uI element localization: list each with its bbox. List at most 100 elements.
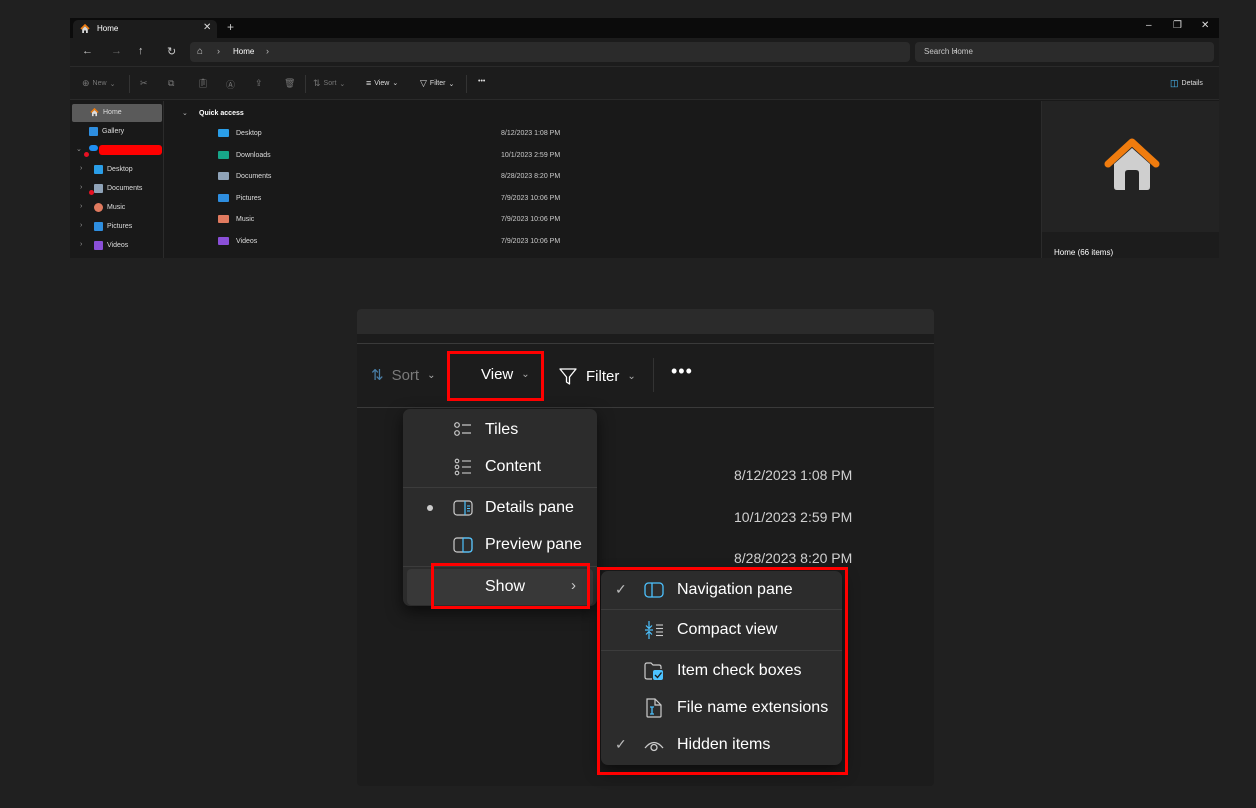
music-folder-icon (218, 215, 229, 224)
menu-separator (601, 650, 842, 651)
tiles-icon (454, 422, 471, 436)
view-button[interactable]: ≡ View ⌄ (366, 78, 398, 88)
rename-button[interactable]: Ⓐ (226, 78, 235, 91)
menu-item-preview-pane[interactable]: Preview pane (407, 527, 593, 563)
quick-access-header[interactable]: Quick access (199, 110, 244, 117)
refresh-button[interactable]: ↻ (167, 45, 176, 58)
nav-item-videos[interactable]: › Videos (70, 237, 164, 255)
copy-icon: ⧉ (168, 78, 175, 88)
minimize-button[interactable]: – (1146, 20, 1152, 31)
submenu-label: File name extensions (677, 699, 829, 716)
item-name: Documents (236, 173, 272, 181)
new-button[interactable]: ⊕ New ⌄ (82, 78, 115, 89)
filter-button[interactable]: ▽ Filter ⌄ (420, 78, 454, 89)
forward-button[interactable]: → (111, 45, 122, 57)
menu-label: Preview pane (485, 536, 582, 553)
submenu-item-file-name-extensions[interactable]: File name extensions (605, 690, 838, 726)
tab-bar: Home ✕ + – ❐ ✕ (70, 18, 1219, 38)
nav-item-onedrive[interactable]: ⌄ (70, 142, 164, 160)
breadcrumb-separator[interactable]: › (266, 46, 269, 56)
item-name: Downloads (236, 151, 271, 159)
chevron-down-icon: ⌄ (521, 369, 530, 380)
chevron-down-icon: ⌄ (448, 80, 455, 88)
address-bar[interactable] (357, 309, 934, 334)
search-input[interactable]: Search Home ⌕ (915, 42, 1214, 62)
menu-item-show[interactable]: Show › (407, 569, 593, 605)
nav-label: Music (107, 204, 126, 211)
paste-button[interactable]: 📋︎ (197, 78, 208, 89)
preview-pane-icon (453, 537, 473, 553)
chevron-down-icon: ⌄ (392, 80, 399, 87)
nav-item-music[interactable]: › Music (70, 199, 164, 217)
nav-item-desktop[interactable]: › Desktop (70, 161, 164, 179)
new-tab-button[interactable]: + (227, 20, 234, 34)
menu-item-tiles[interactable]: Tiles (407, 412, 593, 448)
chevron-down-icon: ⌄ (427, 369, 436, 381)
up-button[interactable]: ↑ (138, 45, 144, 57)
chevron-right-icon: › (80, 203, 83, 210)
pictures-icon (94, 222, 103, 231)
paste-icon: 📋︎ (197, 78, 209, 88)
share-icon: ⇪ (255, 78, 263, 88)
nav-item-gallery[interactable]: Gallery (70, 123, 164, 141)
more-options-button[interactable]: ••• (671, 361, 693, 382)
chevron-right-icon: › (80, 165, 83, 172)
menu-label: Show (485, 578, 526, 595)
sort-icon: ⇅ (313, 78, 321, 88)
quick-access-item[interactable]: Music 7/9/2023 10:06 PM (165, 210, 1040, 230)
cut-button[interactable]: ✂ (140, 78, 148, 89)
date-modified: 8/28/2023 8:20 PM (734, 550, 853, 566)
item-name: Desktop (236, 130, 262, 137)
sort-button[interactable]: ⇅ Sort ⌄ (313, 78, 345, 89)
tab-home[interactable]: Home ✕ (73, 20, 217, 38)
submenu-item-compact-view[interactable]: Compact view (605, 612, 838, 648)
sort-button[interactable]: ⇅ Sort ⌄ (371, 366, 436, 385)
nav-label: Gallery (102, 128, 125, 135)
breadcrumb-separator[interactable]: › (217, 46, 220, 56)
breadcrumb-home[interactable]: Home (233, 47, 254, 56)
nav-item-pictures[interactable]: › Pictures (70, 218, 164, 236)
delete-button[interactable]: 🗑︎ (284, 78, 295, 89)
chevron-right-icon: › (80, 222, 83, 229)
item-date-modified: 8/28/2023 8:20 PM (501, 173, 561, 181)
chevron-down-icon[interactable]: ⌄ (182, 109, 188, 117)
menu-item-details-pane[interactable]: Details pane (407, 490, 593, 526)
nav-item-home[interactable]: Home (72, 104, 162, 122)
maximize-button[interactable]: ❐ (1173, 20, 1182, 31)
quick-access-item[interactable]: Desktop 8/12/2023 1:08 PM (165, 124, 1040, 144)
menu-item-content[interactable]: Content (407, 449, 593, 485)
quick-access-item[interactable]: Downloads 10/1/2023 2:59 PM (165, 146, 1040, 166)
menu-label: Details pane (485, 499, 574, 516)
quick-access-item[interactable]: Videos 7/9/2023 10:06 PM (165, 232, 1040, 252)
nav-label: Pictures (107, 223, 133, 230)
navigation-pane-icon (644, 582, 664, 598)
share-button[interactable]: ⇪ (255, 78, 263, 89)
close-window-button[interactable]: ✕ (1201, 20, 1209, 31)
more-options-button[interactable]: ••• (478, 78, 485, 85)
filter-button[interactable]: Filter ⌄ (558, 366, 636, 386)
content-icon (454, 458, 471, 476)
nav-label: Home (103, 109, 122, 116)
redacted-account-name (99, 145, 162, 155)
submenu-item-navigation-pane[interactable]: ✓ Navigation pane (605, 572, 838, 608)
nav-item-documents[interactable]: › Documents (70, 180, 164, 198)
item-date-modified: 8/12/2023 1:08 PM (501, 130, 561, 137)
quick-access-item[interactable]: Documents 8/28/2023 8:20 PM (165, 167, 1040, 187)
tab-title: Home (97, 24, 119, 33)
search-icon: ⌕ (953, 46, 959, 56)
quick-access-item[interactable]: Pictures 7/9/2023 10:06 PM (165, 189, 1040, 209)
tab-close-button[interactable]: ✕ (203, 22, 211, 33)
back-button[interactable]: ← (82, 45, 93, 57)
address-bar[interactable]: ⌂ › Home › (190, 42, 910, 62)
selected-bullet-icon (427, 505, 433, 511)
desktop-folder-icon (218, 129, 229, 137)
submenu-item-item-check-boxes[interactable]: Item check boxes (605, 653, 838, 689)
date-modified: 8/12/2023 1:08 PM (734, 467, 853, 483)
copy-button[interactable]: ⧉ (168, 78, 174, 89)
nav-label: Documents (107, 185, 143, 192)
divider (357, 343, 934, 344)
submenu-item-hidden-items[interactable]: ✓ Hidden items (605, 727, 838, 763)
details-toggle-button[interactable]: ◫ Details (1170, 78, 1203, 89)
view-button[interactable]: View ⌄ (481, 366, 530, 383)
checkmark-icon: ✓ (615, 736, 627, 752)
